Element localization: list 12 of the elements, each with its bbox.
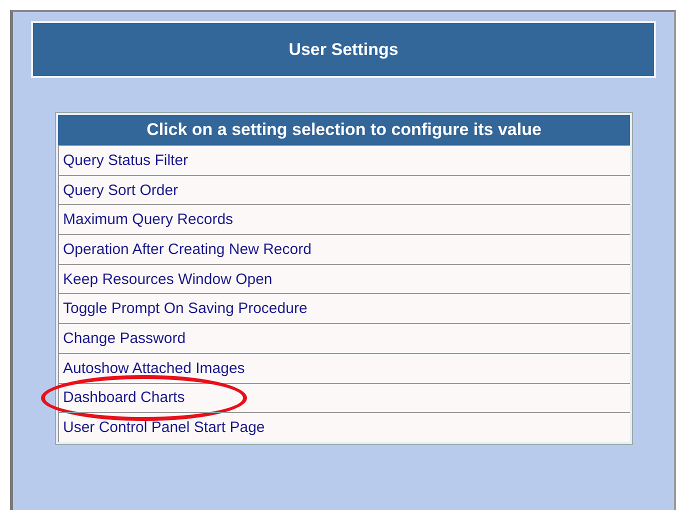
setting-link[interactable]: Keep Resources Window Open (63, 270, 272, 288)
setting-link[interactable]: Autoshow Attached Images (63, 360, 245, 377)
setting-link[interactable]: Maximum Query Records (63, 211, 234, 228)
setting-link[interactable]: Dashboard Charts (63, 389, 185, 406)
page-title: User Settings (31, 21, 656, 78)
setting-link[interactable]: Toggle Prompt On Saving Procedure (63, 300, 308, 318)
setting-link[interactable]: Operation After Creating New Record (63, 240, 312, 258)
setting-link[interactable]: Query Sort Order (63, 182, 178, 199)
setting-link[interactable]: User Control Panel Start Page (63, 419, 265, 436)
setting-link[interactable]: Change Password (63, 330, 186, 347)
setting-link[interactable]: Query Status Filter (63, 152, 188, 169)
table-header: Click on a setting selection to configure its value (58, 115, 630, 145)
